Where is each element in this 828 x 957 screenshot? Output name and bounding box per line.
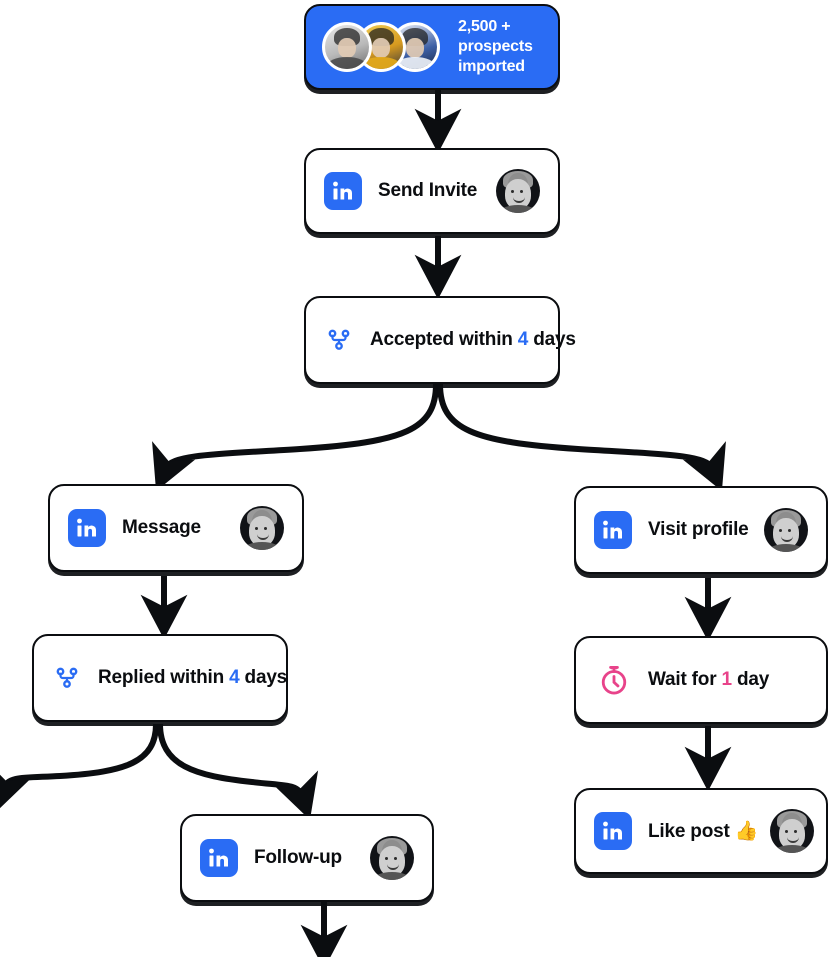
branch-icon — [324, 325, 354, 355]
node-label-visit-profile: Visit profile — [648, 519, 749, 540]
node-wait[interactable]: Wait for 1 day — [574, 636, 828, 724]
automation-flow-canvas: 2,500 + prospects imported Send Invite A… — [0, 0, 828, 957]
avatar — [370, 836, 414, 880]
linkedin-icon — [324, 172, 362, 210]
connector-replied-to-offscreen-left — [0, 723, 159, 812]
avatar — [240, 506, 284, 550]
linkedin-icon — [594, 511, 632, 549]
avatar — [770, 809, 815, 853]
node-follow-up[interactable]: Follow-up — [180, 814, 434, 902]
node-label-follow-up: Follow-up — [254, 847, 342, 868]
replied-days-value: 4 — [229, 667, 240, 688]
node-label-replied-condition: Replied within 4 days — [98, 667, 288, 688]
connector-accepted-to-message — [152, 383, 439, 492]
node-message[interactable]: Message — [48, 484, 304, 572]
node-label-wait: Wait for 1 day — [648, 669, 770, 690]
node-prospects-imported[interactable]: 2,500 + prospects imported — [304, 4, 560, 90]
node-send-invite[interactable]: Send Invite — [304, 148, 560, 234]
connector-accepted-to-visit-profile — [437, 383, 726, 492]
node-label-message: Message — [122, 517, 201, 538]
wait-days-value: 1 — [721, 669, 733, 690]
linkedin-icon — [594, 812, 632, 850]
node-label-accepted-condition: Accepted within 4 days — [370, 329, 576, 350]
thumbs-up-icon: 👍 — [734, 821, 759, 842]
node-like-post[interactable]: Like post 👍 — [574, 788, 828, 874]
node-label-like-post: Like post 👍 — [648, 821, 759, 842]
stopwatch-icon — [596, 662, 632, 698]
accepted-days-value: 4 — [517, 329, 529, 350]
node-visit-profile[interactable]: Visit profile — [574, 486, 828, 574]
avatar — [764, 508, 808, 552]
avatar — [496, 169, 540, 213]
branch-icon — [52, 663, 82, 693]
node-label-send-invite: Send Invite — [378, 180, 478, 201]
connector-replied-to-follow-up — [157, 723, 319, 820]
prospect-avatar — [322, 22, 372, 72]
node-accepted-condition[interactable]: Accepted within 4 days — [304, 296, 576, 384]
node-replied-condition[interactable]: Replied within 4 days — [32, 634, 288, 722]
node-label-prospects-imported: 2,500 + prospects imported — [458, 18, 533, 75]
linkedin-icon — [200, 839, 238, 877]
linkedin-icon — [68, 509, 106, 547]
prospect-avatar-cluster — [322, 22, 440, 72]
